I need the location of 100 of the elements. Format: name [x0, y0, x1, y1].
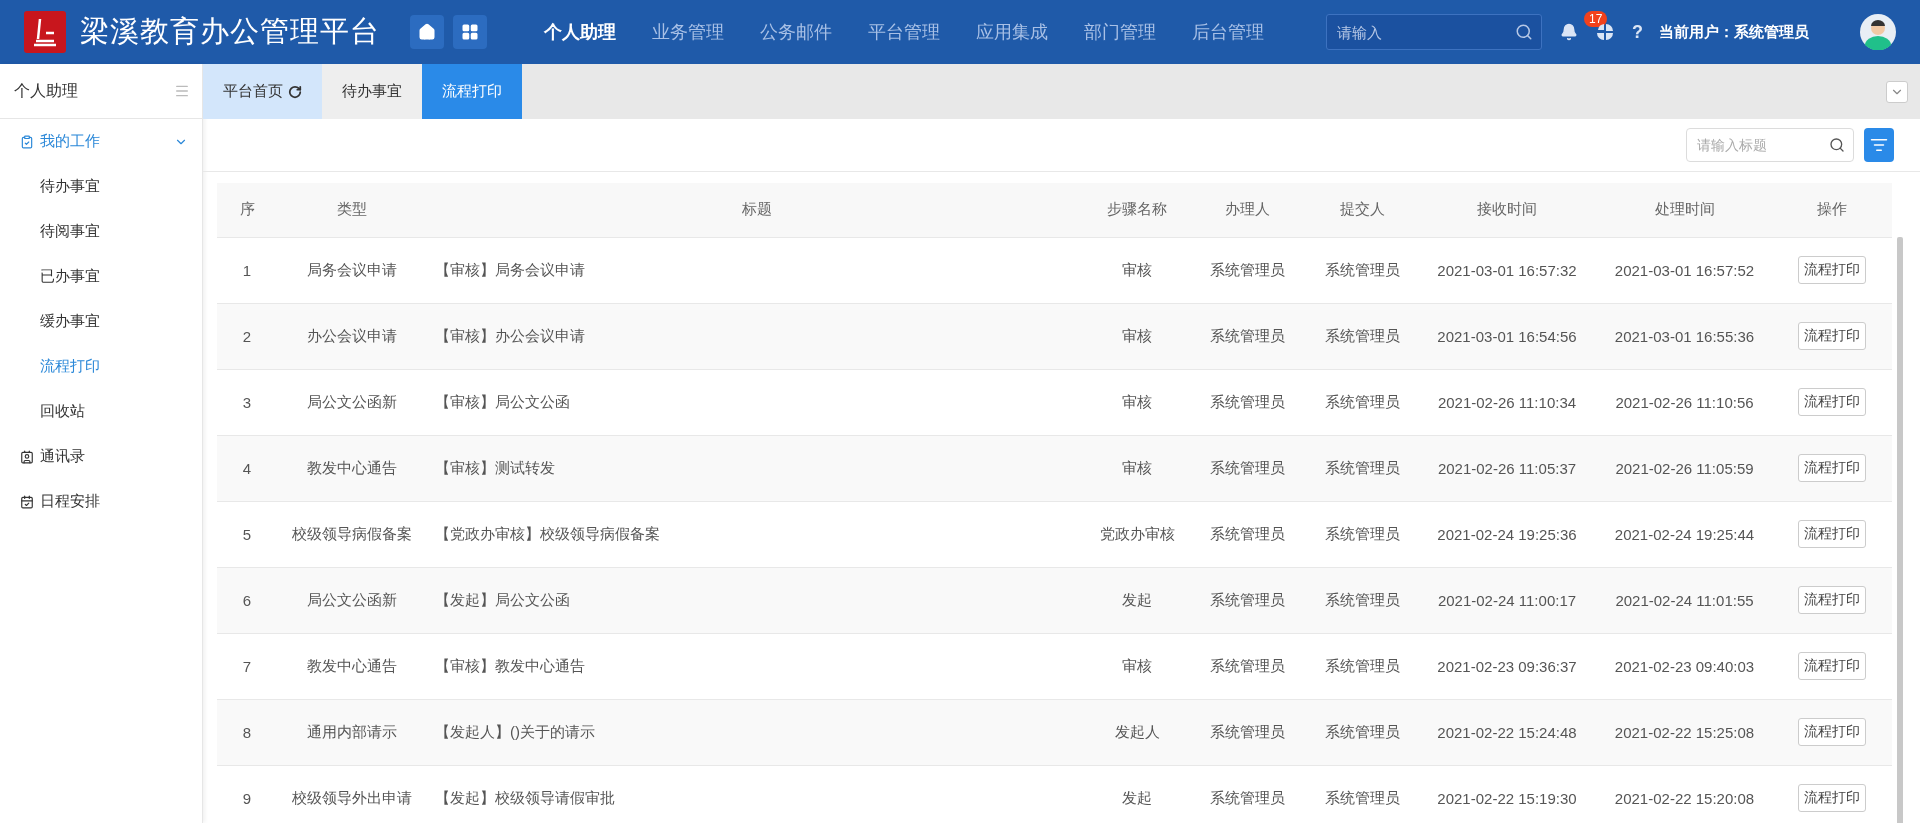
home-button[interactable]: [410, 15, 444, 49]
table-cell: 2021-02-23 09:36:37: [1417, 633, 1597, 699]
table-cell: 3: [217, 369, 277, 435]
sidebar-title: 个人助理: [14, 80, 78, 101]
table-cell: 2021-02-24 19:25:44: [1597, 501, 1772, 567]
home-icon: [418, 23, 436, 41]
table-cell: 2021-02-24 19:25:36: [1417, 501, 1597, 567]
table-cell: 系统管理员: [1307, 303, 1417, 369]
table-cell: 系统管理员: [1187, 303, 1307, 369]
sidebar-item[interactable]: 通讯录: [0, 434, 202, 479]
search-field[interactable]: 请输入: [1326, 14, 1542, 50]
nav-item[interactable]: 个人助理: [526, 20, 634, 44]
sidebar-item[interactable]: 流程打印: [0, 344, 202, 389]
table-cell: 系统管理员: [1307, 237, 1417, 303]
nav-item[interactable]: 部门管理: [1066, 20, 1174, 44]
table-cell: 【审核】局务会议申请: [427, 237, 1087, 303]
help-link[interactable]: ?: [1632, 21, 1643, 43]
sidebar-item[interactable]: 我的工作: [0, 119, 202, 164]
table-cell: 局公文公函新: [277, 369, 427, 435]
sidebar-item[interactable]: 缓办事宜: [0, 299, 202, 344]
sidebar-item[interactable]: 日程安排: [0, 479, 202, 524]
nav-item[interactable]: 后台管理: [1174, 20, 1282, 44]
table-cell: 2021-03-01 16:57:52: [1597, 237, 1772, 303]
print-button[interactable]: 流程打印: [1798, 784, 1866, 813]
table-cell: 办公会议申请: [277, 303, 427, 369]
column-header: 类型: [277, 183, 427, 237]
table-cell: 审核: [1087, 303, 1187, 369]
table-cell: 教发中心通告: [277, 435, 427, 501]
print-button[interactable]: 流程打印: [1798, 718, 1866, 746]
pinwheel-icon[interactable]: [1596, 23, 1614, 41]
table-cell: 【审核】测试转发: [427, 435, 1087, 501]
contact-card-icon: [20, 449, 34, 464]
table-cell: 系统管理员: [1307, 435, 1417, 501]
current-user: 当前用户：系统管理员: [1659, 22, 1809, 42]
bell-icon[interactable]: [1560, 23, 1578, 41]
table-cell: 系统管理员: [1187, 501, 1307, 567]
nav-item[interactable]: 公务邮件: [742, 20, 850, 44]
avatar[interactable]: [1860, 14, 1896, 50]
table-cell: 2021-03-01 16:57:32: [1417, 237, 1597, 303]
table-cell: 系统管理员: [1187, 633, 1307, 699]
app-title: 梁溪教育办公管理平台: [80, 14, 380, 49]
logo-icon: [24, 11, 66, 53]
table-cell: 6: [217, 567, 277, 633]
title-search-field[interactable]: 请输入标题: [1686, 128, 1854, 162]
notification-count: 17: [1584, 11, 1608, 27]
table-cell: 系统管理员: [1187, 699, 1307, 765]
table-cell: 校级领导病假备案: [277, 501, 427, 567]
nav-item[interactable]: 平台管理: [850, 20, 958, 44]
table-cell: 2021-02-24 11:01:55: [1597, 567, 1772, 633]
table-cell: 2021-02-23 09:40:03: [1597, 633, 1772, 699]
apps-button[interactable]: [453, 15, 487, 49]
table-cell: 审核: [1087, 633, 1187, 699]
print-button[interactable]: 流程打印: [1798, 388, 1866, 416]
print-button[interactable]: 流程打印: [1798, 586, 1866, 614]
search-icon[interactable]: [1829, 137, 1845, 153]
table-cell: 【发起】校级领导请假审批: [427, 765, 1087, 823]
sidebar-item[interactable]: 待阅事宜: [0, 209, 202, 254]
column-header: 处理时间: [1597, 183, 1772, 237]
table-cell: 审核: [1087, 435, 1187, 501]
table-cell: 系统管理员: [1187, 567, 1307, 633]
nav-item[interactable]: 业务管理: [634, 20, 742, 44]
print-button[interactable]: 流程打印: [1798, 454, 1866, 482]
column-header: 办理人: [1187, 183, 1307, 237]
table-cell: 发起: [1087, 567, 1187, 633]
column-header: 接收时间: [1417, 183, 1597, 237]
column-header: 操作: [1772, 183, 1892, 237]
print-button[interactable]: 流程打印: [1798, 520, 1866, 548]
print-button[interactable]: 流程打印: [1798, 322, 1866, 350]
table-cell: 2021-02-24 11:00:17: [1417, 567, 1597, 633]
table-cell: 校级领导外出申请: [277, 765, 427, 823]
table-cell: 2021-03-01 16:54:56: [1417, 303, 1597, 369]
table-cell: 8: [217, 699, 277, 765]
table-cell: 系统管理员: [1307, 369, 1417, 435]
table-cell: 2021-03-01 16:55:36: [1597, 303, 1772, 369]
table-cell: 局公文公函新: [277, 567, 427, 633]
print-button[interactable]: 流程打印: [1798, 652, 1866, 680]
sidebar-item[interactable]: 待办事宜: [0, 164, 202, 209]
table-cell: 2021-02-22 15:20:08: [1597, 765, 1772, 823]
print-button[interactable]: 流程打印: [1798, 256, 1866, 284]
refresh-icon[interactable]: [288, 84, 302, 99]
table-cell: 2021-02-26 11:10:56: [1597, 369, 1772, 435]
table-cell: 1: [217, 237, 277, 303]
table-cell: 9: [217, 765, 277, 823]
work-icon: [20, 134, 34, 149]
table-cell: 【党政办审核】校级领导病假备案: [427, 501, 1087, 567]
filter-button[interactable]: [1864, 128, 1894, 162]
search-icon[interactable]: [1515, 23, 1533, 41]
table-cell: 5: [217, 501, 277, 567]
nav-item[interactable]: 应用集成: [958, 20, 1066, 44]
sidebar-item[interactable]: 已办事宜: [0, 254, 202, 299]
tab[interactable]: 流程打印: [422, 64, 522, 119]
table-cell: 系统管理员: [1187, 369, 1307, 435]
scrollbar[interactable]: [1897, 237, 1903, 823]
sidebar-item[interactable]: 回收站: [0, 389, 202, 434]
table-cell: 7: [217, 633, 277, 699]
table-cell: 通用内部请示: [277, 699, 427, 765]
tab[interactable]: 平台首页: [203, 64, 322, 119]
table-cell: 局务会议申请: [277, 237, 427, 303]
table-cell: 【审核】教发中心通告: [427, 633, 1087, 699]
tab[interactable]: 待办事宜: [322, 64, 422, 119]
